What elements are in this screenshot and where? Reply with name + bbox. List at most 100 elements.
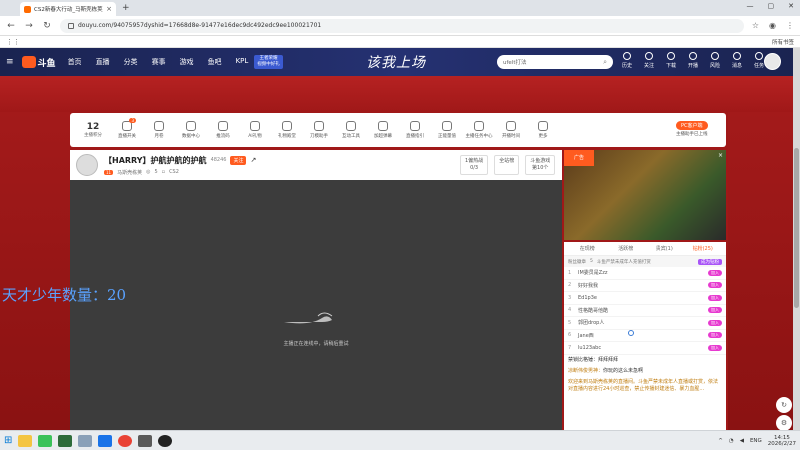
- hamburger-menu-icon[interactable]: ≡: [6, 57, 14, 67]
- all-bookmarks-link[interactable]: 所有书签: [772, 38, 794, 46]
- list-item[interactable]: 4 性格酷哥他酷 加入: [564, 305, 726, 317]
- language-indicator[interactable]: ENG: [750, 438, 762, 444]
- rank-tag: 加入: [708, 282, 722, 289]
- game-card-box[interactable]: 斗鱼游戏 第10个: [525, 155, 556, 175]
- page-scrollbar[interactable]: [793, 48, 800, 430]
- nav-kpl[interactable]: KPL: [236, 57, 249, 67]
- room-category[interactable]: CS2: [169, 169, 179, 175]
- tool-schedule[interactable]: 开播时间: [498, 121, 524, 139]
- tool-guide[interactable]: 直播指引: [402, 121, 428, 139]
- scrollbar-thumb[interactable]: [794, 148, 799, 308]
- tool-label: 正能量值: [438, 134, 456, 139]
- hot-rank-box[interactable]: 1偏热战 0/3: [460, 155, 489, 175]
- tool-helper[interactable]: 刀模助手: [306, 121, 332, 139]
- tool-ai-gift[interactable]: AI礼物: [242, 121, 268, 139]
- nav-fishbar[interactable]: 鱼吧: [208, 57, 222, 67]
- nav-live[interactable]: 直播: [96, 57, 110, 67]
- follow-button[interactable]: 关注: [230, 155, 247, 165]
- promo-badge[interactable]: 王者荣耀 视频中好礼: [254, 55, 283, 69]
- video-player[interactable]: 主播正在连线中，请稍后重试: [70, 180, 562, 430]
- become-diamond-fan-button[interactable]: 成为钻粉: [698, 258, 722, 265]
- maximize-button[interactable]: ▢: [768, 2, 775, 10]
- minimize-button[interactable]: —: [747, 2, 754, 10]
- network-icon[interactable]: ◔: [729, 438, 734, 444]
- header-slogan: 该我上场: [366, 55, 426, 71]
- tool-stream-key[interactable]: 推流码: [210, 121, 236, 139]
- tool-more[interactable]: 更多: [530, 121, 556, 139]
- tool-interactive[interactable]: 互动工具: [338, 121, 364, 139]
- site-rank-button[interactable]: 全站榜: [494, 155, 520, 175]
- tab-close-icon[interactable]: ×: [106, 5, 112, 13]
- apps-grid-icon[interactable]: ⋮⋮: [6, 38, 20, 46]
- page-background-right: [728, 112, 800, 430]
- user-avatar[interactable]: [764, 53, 781, 70]
- ad-thumbnail[interactable]: 广告 ×: [564, 150, 726, 240]
- tool-gift-hall[interactable]: 礼物殿堂: [274, 121, 300, 139]
- list-item[interactable]: 6 Jane西 加入: [564, 330, 726, 342]
- app-dark-icon[interactable]: [138, 434, 153, 447]
- go-live-button[interactable]: 开播: [686, 52, 700, 69]
- tab-diamond-fans[interactable]: 钻粉(25): [684, 245, 723, 252]
- follow-list-button[interactable]: 关注: [642, 52, 656, 69]
- history-button[interactable]: 历史: [620, 52, 634, 69]
- list-item[interactable]: 3 Ed1p3e 加入: [564, 292, 726, 305]
- more-icon[interactable]: ⋮: [786, 21, 794, 30]
- file-explorer-icon[interactable]: [18, 434, 33, 447]
- download-button[interactable]: 下载: [664, 52, 678, 69]
- close-window-button[interactable]: ✕: [788, 2, 794, 10]
- tool-label: 数据中心: [182, 134, 200, 139]
- chrome-icon[interactable]: [118, 434, 133, 447]
- list-item[interactable]: 7 lu123abc 加入: [564, 342, 726, 355]
- refresh-float-button[interactable]: ↻: [776, 397, 792, 413]
- settings-float-button[interactable]: ⚙: [776, 415, 792, 431]
- streamer-points[interactable]: 12 主播积分: [76, 122, 110, 138]
- tool-data-center[interactable]: 数据中心: [178, 121, 204, 139]
- forward-icon[interactable]: →: [24, 21, 34, 31]
- profile-icon[interactable]: ◉: [769, 21, 776, 30]
- tab-vip[interactable]: 贵宾(1): [645, 245, 684, 252]
- back-icon[interactable]: ←: [6, 21, 16, 31]
- streamer-name[interactable]: 马斯壳栋荚: [117, 169, 142, 176]
- nav-events[interactable]: 赛事: [152, 57, 166, 67]
- reload-icon[interactable]: ↻: [42, 21, 52, 31]
- start-button[interactable]: ⊞: [4, 435, 12, 446]
- room-id: 48246: [210, 157, 227, 163]
- search-icon[interactable]: ⌕: [603, 58, 607, 67]
- douyu-logo[interactable]: 斗鱼: [21, 56, 56, 69]
- list-item[interactable]: 1 IM委员是Zzz 加入: [564, 267, 726, 280]
- tab-active-rank[interactable]: 活跃榜: [607, 245, 646, 252]
- pc-client-button[interactable]: PC客户端: [676, 121, 708, 130]
- close-icon[interactable]: ×: [718, 152, 723, 159]
- app-dark-green-icon[interactable]: [58, 434, 73, 447]
- list-item[interactable]: 5 郭团drop人 加入: [564, 317, 726, 330]
- url-input[interactable]: douyu.com/94075957dyshid=17668d8e-91477e…: [60, 18, 744, 33]
- search-input[interactable]: ufelt打法 ⌕: [497, 55, 613, 69]
- system-clock[interactable]: 14:15 2026/2/27: [768, 435, 796, 447]
- share-icon[interactable]: ↗: [250, 156, 256, 164]
- chat-username[interactable]: 凉断伟俊男神：: [568, 368, 603, 374]
- app-blue-icon[interactable]: [98, 434, 113, 447]
- tool-danmaku[interactable]: 加超弹幕: [370, 121, 396, 139]
- app-green-icon[interactable]: [38, 434, 53, 447]
- app-black-icon[interactable]: [158, 434, 173, 447]
- tool-energy[interactable]: 正能量值: [434, 121, 460, 139]
- tool-label: 开播时间: [502, 134, 520, 139]
- tray-expand-icon[interactable]: ^: [718, 438, 723, 444]
- app-gray-icon[interactable]: [78, 434, 93, 447]
- star-icon[interactable]: ☆: [752, 21, 759, 30]
- new-tab-button[interactable]: +: [122, 3, 130, 13]
- site-info-icon[interactable]: [68, 22, 74, 29]
- list-item[interactable]: 2 好好我我 加入: [564, 280, 726, 292]
- tool-monthly[interactable]: 月卷: [146, 121, 172, 139]
- tool-task-center[interactable]: 主播任务中心: [466, 121, 493, 139]
- risk-button[interactable]: 风险: [708, 52, 722, 69]
- streamer-avatar[interactable]: [76, 154, 98, 176]
- nav-category[interactable]: 分类: [124, 57, 138, 67]
- nav-games[interactable]: 游戏: [180, 57, 194, 67]
- browser-tab[interactable]: CS2新春大行动_马斯壳栋荚直播 ×: [20, 2, 116, 16]
- nav-home[interactable]: 首页: [68, 57, 82, 67]
- volume-icon[interactable]: ◀: [740, 438, 744, 444]
- tool-live-switch[interactable]: 3 直播开关: [114, 118, 140, 139]
- messages-button[interactable]: 消息: [730, 52, 744, 69]
- tab-online-rank[interactable]: 在现榜: [568, 245, 607, 252]
